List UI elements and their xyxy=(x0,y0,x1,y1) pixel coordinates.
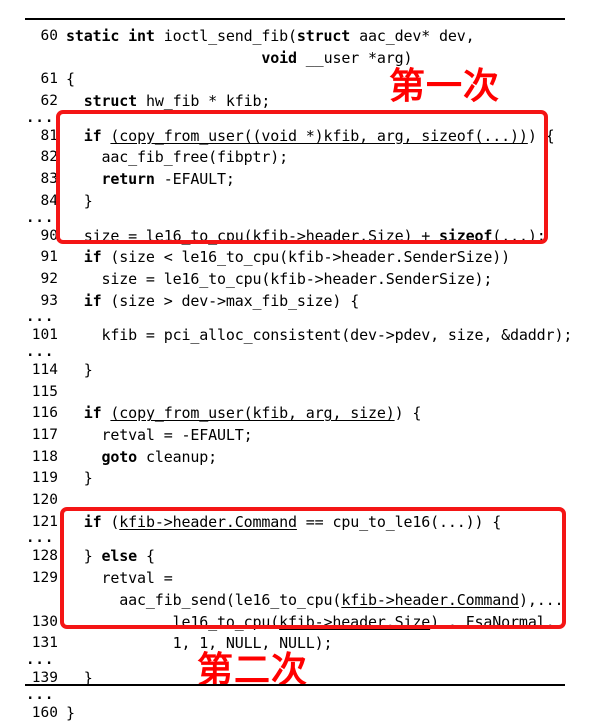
code-listing-figure: 60 static int ioctl_send_fib(struct aac_d… xyxy=(0,0,590,722)
line-code: return -EFAULT; xyxy=(101,170,235,189)
line-code: if (copy_from_user(kfib, arg, size)) { xyxy=(83,404,422,423)
code-line: aac_fib_send(le16_to_cpu(kfib->header.Co… xyxy=(0,590,590,612)
line-number: 128 xyxy=(31,548,58,565)
line-number: 90 xyxy=(40,227,58,244)
code-line: 90 size = le16_to_cpu(kfib->header.Size)… xyxy=(0,226,590,248)
line-number: 92 xyxy=(40,270,58,287)
line-number: 129 xyxy=(31,570,58,587)
line-number: 160 xyxy=(31,704,58,721)
code-line: 118 goto cleanup; xyxy=(0,447,590,469)
code-line: 129 retval = xyxy=(0,568,590,590)
code-line-ellipsis: ... xyxy=(0,309,590,326)
code-line: 120 xyxy=(0,490,590,512)
line-number: 119 xyxy=(31,470,58,487)
code-line: 160} xyxy=(0,703,590,724)
line-number: 115 xyxy=(31,383,58,400)
code-line: 60 static int ioctl_send_fib(struct aac_d… xyxy=(0,26,590,48)
line-code: if (kfib->header.Command == cpu_to_le16(… xyxy=(83,512,502,531)
line-number: ... xyxy=(26,109,55,126)
line-number: 117 xyxy=(31,427,58,443)
code-line: 121 if (kfib->header.Command == cpu_to_l… xyxy=(0,512,590,534)
code-line: 114 } xyxy=(0,360,590,382)
line-code: size = le16_to_cpu(kfib->header.SenderSi… xyxy=(66,269,493,288)
line-code: } else { xyxy=(66,547,155,566)
line-number: 116 xyxy=(31,405,58,422)
line-code: goto cleanup; xyxy=(101,447,218,466)
code-line: 91 if (size < le16_to_cpu(kfib->header.S… xyxy=(0,247,590,269)
code-line: 83 return -EFAULT; xyxy=(0,169,590,191)
code-line-ellipsis: ... xyxy=(0,343,590,360)
code-line-ellipsis: ... xyxy=(0,109,590,126)
line-number: 83 xyxy=(40,171,58,188)
line-number: ... xyxy=(26,209,55,226)
line-code: } xyxy=(66,191,93,210)
line-number: ... xyxy=(26,686,55,703)
line-code: static int ioctl_send_fib(struct aac_dev… xyxy=(66,27,475,45)
code-line: 117 retval = -EFAULT; xyxy=(0,425,590,447)
code-line: 92 size = le16_to_cpu(kfib->header.Sende… xyxy=(0,269,590,291)
line-number: 130 xyxy=(31,613,58,630)
line-code: if (size > dev->max_fib_size) { xyxy=(83,291,360,310)
code-line: 130 le16_to_cpu(kfib->header.Size) , Fsa… xyxy=(0,612,590,634)
line-code: retval = -EFAULT; xyxy=(66,426,253,444)
line-number: ... xyxy=(26,309,55,326)
line-code: void __user *arg) xyxy=(261,48,413,67)
line-code: } xyxy=(66,469,93,488)
line-number: 91 xyxy=(40,249,58,266)
code-line: void __user *arg) xyxy=(0,48,590,70)
figure-top-rule xyxy=(25,18,565,20)
line-code: retval = xyxy=(66,569,173,588)
line-code: } xyxy=(66,703,75,722)
annotation-first-label: 第一次 xyxy=(389,66,501,107)
code-line-ellipsis: ... xyxy=(0,530,590,547)
line-code: aac_fib_send(le16_to_cpu(kfib->header.Co… xyxy=(66,590,564,609)
line-code: } xyxy=(66,360,93,379)
code-line: 82 aac_fib_free(fibptr); xyxy=(0,147,590,169)
line-number: ... xyxy=(26,530,55,547)
code-line: 61 { xyxy=(0,69,590,91)
line-code: if (copy_from_user((void *)kfib, arg, si… xyxy=(83,126,555,145)
code-line-ellipsis: ... xyxy=(0,209,590,226)
line-number: 82 xyxy=(40,149,58,166)
line-code: size = le16_to_cpu(kfib->header.Size) + … xyxy=(66,226,546,245)
line-code: if (size < le16_to_cpu(kfib->header.Send… xyxy=(83,248,511,267)
source-code-listing: 60 static int ioctl_send_fib(struct aac_d… xyxy=(0,26,590,724)
line-number: 118 xyxy=(31,448,58,465)
code-line: 119 } xyxy=(0,468,590,490)
line-code: aac_fib_free(fibptr); xyxy=(66,148,289,167)
code-line: 62 struct hw_fib * kfib; xyxy=(0,91,590,113)
line-number: 114 xyxy=(31,361,58,378)
line-code: struct hw_fib * kfib; xyxy=(83,92,271,111)
code-line: 101 kfib = pci_alloc_consistent(dev->pde… xyxy=(0,325,590,347)
line-code: } xyxy=(66,668,93,687)
line-number: 81 xyxy=(40,127,58,144)
line-number: ... xyxy=(26,343,55,360)
code-line: 81 if (copy_from_user((void *)kfib, arg,… xyxy=(0,126,590,148)
code-line: 115 xyxy=(0,382,590,404)
code-line: 128 } else { xyxy=(0,546,590,568)
line-code: { xyxy=(66,70,75,89)
line-number: ... xyxy=(26,651,55,668)
line-number: 120 xyxy=(31,492,58,509)
line-code: kfib = pci_alloc_consistent(dev->pdev, s… xyxy=(66,326,573,345)
code-line: 84 } xyxy=(0,191,590,213)
code-line: 93 if (size > dev->max_fib_size) { xyxy=(0,291,590,313)
line-number: 61 xyxy=(40,71,58,88)
code-line: 116 if (copy_from_user(kfib, arg, size))… xyxy=(0,403,590,425)
line-number: 60 xyxy=(40,28,58,44)
line-code: le16_to_cpu(kfib->header.Size) , FsaNorm… xyxy=(66,612,555,631)
figure-bottom-rule xyxy=(25,684,565,686)
